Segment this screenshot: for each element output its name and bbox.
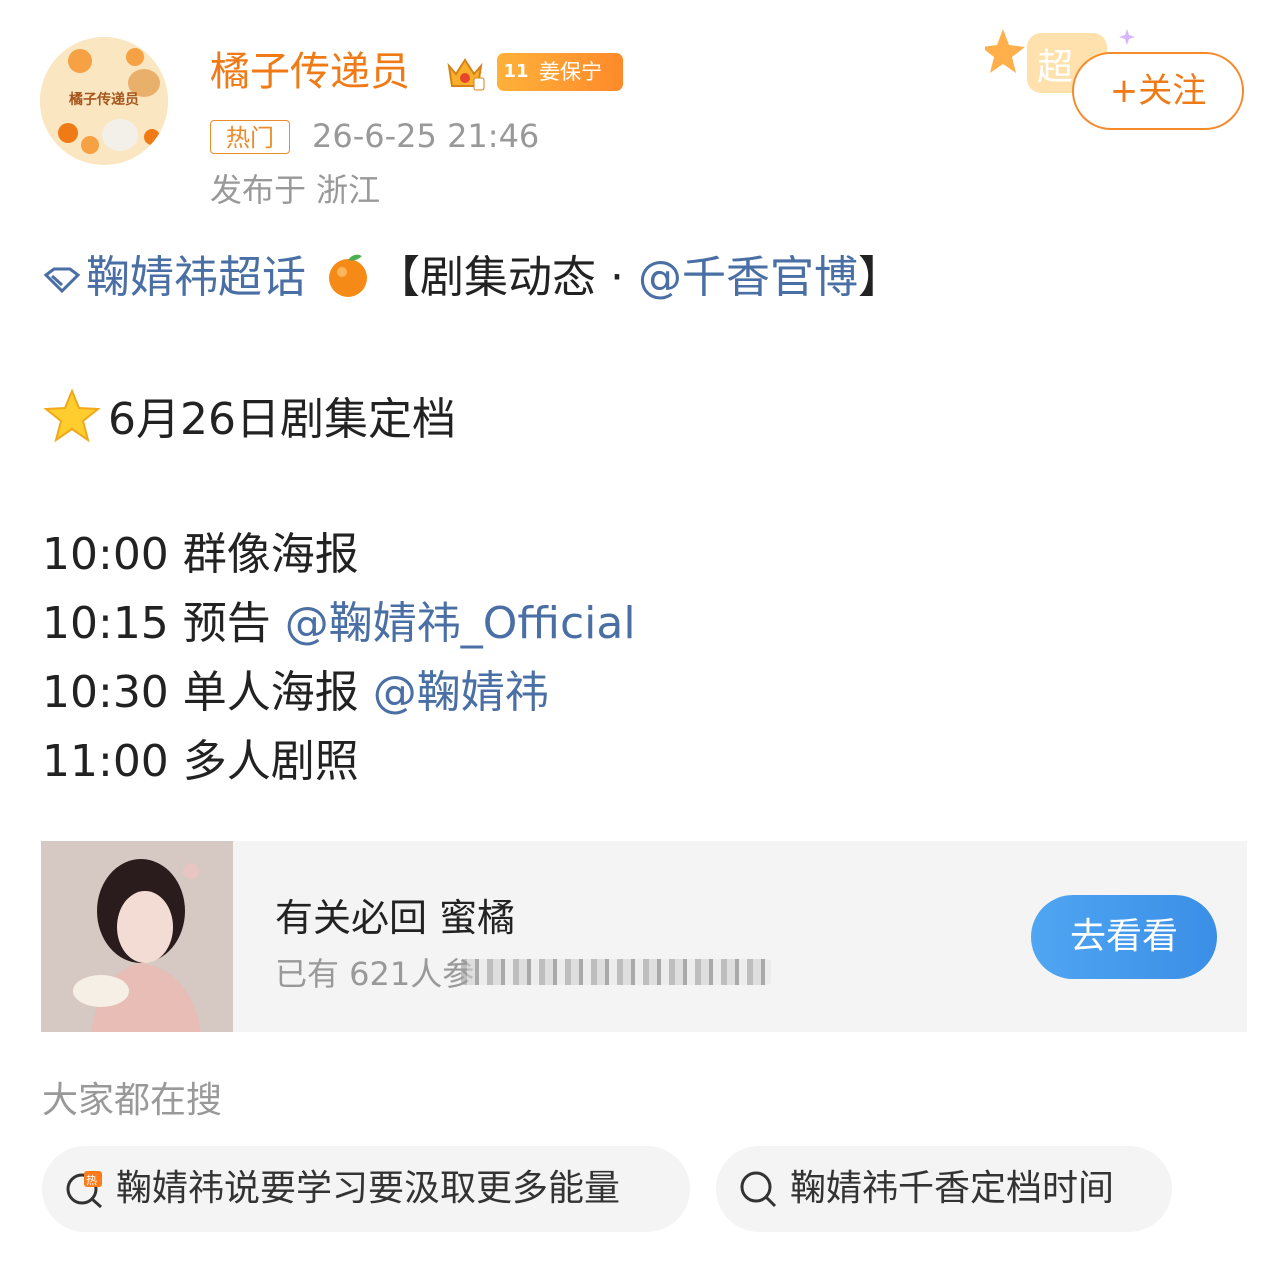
schedule-title-line: 6月26日剧集定档	[42, 388, 456, 450]
schedule-item: 10:30 单人海报 @鞠婧祎	[42, 663, 549, 723]
schedule-item-text: 10:00 群像海报	[42, 529, 359, 580]
card-title: 有关必回 蜜橘	[275, 896, 516, 940]
avatar-label: 橘子传递员	[69, 92, 139, 108]
bracket-close: 】	[857, 252, 902, 303]
avatar[interactable]: 橘子传递员	[40, 37, 168, 165]
content-topic-line: 鞠婧祎超话 【剧集动态 · @千香官博】	[42, 248, 902, 308]
hot-search-icon: 热	[66, 1171, 102, 1209]
search-chip[interactable]: 鞠婧祎千香定档时间	[716, 1146, 1172, 1232]
mention-link[interactable]: @鞠婧祎	[373, 667, 549, 718]
crown-icon	[447, 58, 485, 91]
fan-group-card[interactable]: 有关必回 蜜橘 已有 621人参 去看看	[41, 841, 1247, 1032]
blurred-text	[461, 959, 771, 985]
schedule-item-text: 11:00 多人剧照	[42, 736, 359, 787]
schedule-item-text: 10:30 单人海报	[42, 667, 373, 718]
badge-level: 11	[503, 61, 529, 82]
badge-name: 姜保宁	[539, 60, 602, 84]
card-subtitle: 已有 621人参	[275, 955, 475, 993]
schedule-item: 11:00 多人剧照	[42, 732, 359, 792]
search-chip-text: 鞠婧祎千香定档时间	[790, 1168, 1115, 1209]
svg-text:热: 热	[86, 1174, 97, 1187]
orange-emoji-icon	[329, 254, 367, 297]
topic-link[interactable]: 鞠婧祎超话	[86, 252, 306, 303]
search-section-title: 大家都在搜	[42, 1080, 223, 1121]
post-timestamp: 26-6-25 21:46	[312, 117, 540, 155]
post-location: 发布于 浙江	[210, 171, 381, 209]
super-topic-icon	[43, 267, 81, 293]
go-see-button[interactable]: 去看看	[1031, 895, 1217, 979]
card-photo	[41, 841, 233, 1032]
schedule-title: 6月26日剧集定档	[108, 394, 456, 445]
mention-link[interactable]: @鞠婧祎_Official	[285, 598, 636, 649]
svg-text:超: 超	[1037, 47, 1073, 88]
schedule-item: 10:15 预告 @鞠婧祎_Official	[42, 594, 636, 654]
mention-official-link[interactable]: @千香官博	[638, 252, 858, 303]
search-chip[interactable]: 热 鞠婧祎说要学习要汲取更多能量	[42, 1146, 690, 1232]
schedule-item: 10:00 群像海报	[42, 525, 359, 585]
follow-button[interactable]: +关注	[1072, 52, 1244, 130]
star-emoji-icon	[43, 388, 101, 443]
username[interactable]: 橘子传递员	[210, 46, 410, 98]
bracket-open: 【剧集动态 ·	[376, 252, 638, 303]
portrait-image	[41, 841, 233, 1032]
fan-badge[interactable]: 11 姜保宁	[497, 53, 623, 91]
search-icon	[740, 1171, 777, 1208]
schedule-item-text: 10:15 预告	[42, 598, 285, 649]
hot-tag: 热门	[210, 120, 290, 154]
search-chip-text: 鞠婧祎说要学习要汲取更多能量	[116, 1168, 621, 1209]
